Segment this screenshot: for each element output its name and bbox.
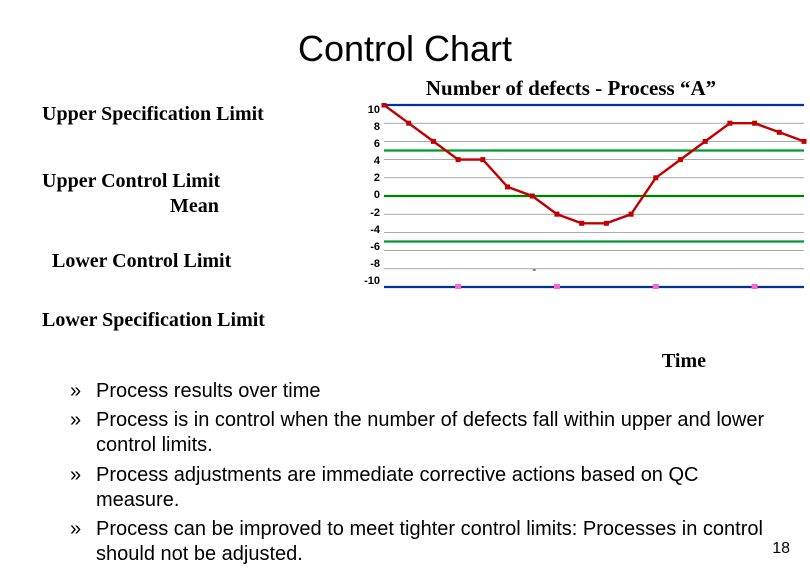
ytick: -6 — [354, 242, 380, 253]
data-marker — [752, 121, 757, 126]
ytick: 8 — [354, 122, 380, 133]
ytick: 6 — [354, 139, 380, 150]
data-marker — [703, 139, 708, 144]
label-mean: Mean — [42, 195, 354, 218]
data-marker — [653, 175, 658, 180]
data-marker — [530, 194, 535, 199]
ytick: -2 — [354, 208, 380, 219]
data-marker — [727, 121, 732, 126]
data-marker — [406, 121, 411, 126]
page-number: 18 — [772, 540, 790, 558]
data-marker — [480, 157, 485, 162]
control-chart: - — [380, 103, 808, 289]
data-marker — [505, 184, 510, 189]
pink-marker — [653, 284, 659, 289]
data-marker — [456, 157, 461, 162]
data-marker — [678, 157, 683, 162]
ytick: -10 — [354, 276, 380, 287]
ytick: 2 — [354, 173, 380, 184]
data-marker — [431, 139, 436, 144]
label-ucl: Upper Control Limit — [42, 170, 354, 193]
data-marker — [802, 139, 807, 144]
bullet-item: Process results over time — [70, 379, 766, 404]
data-marker — [554, 212, 559, 217]
bullet-item: Process can be improved to meet tighter … — [70, 517, 766, 567]
data-marker — [777, 130, 782, 135]
data-marker — [579, 221, 584, 226]
bullet-item: Process adjustments are immediate correc… — [70, 463, 766, 513]
y-axis-ticks: 10 8 6 4 2 0 -2 -4 -6 -8 -10 — [354, 103, 380, 287]
ytick: 4 — [354, 156, 380, 167]
data-marker — [604, 221, 609, 226]
bullet-list: Process results over time Process is in c… — [70, 379, 766, 567]
pink-marker — [455, 284, 461, 289]
page-title: Control Chart — [0, 28, 810, 70]
ytick: 10 — [354, 105, 380, 116]
data-line — [384, 105, 804, 223]
label-usl: Upper Specification Limit — [42, 103, 354, 126]
label-lsl: Lower Specification Limit — [42, 309, 354, 332]
ytick: -4 — [354, 225, 380, 236]
ytick: -8 — [354, 259, 380, 270]
data-marker — [382, 103, 387, 108]
pink-marker — [752, 284, 758, 289]
x-axis-label: Time — [0, 350, 810, 373]
dash-annotation: - — [532, 262, 536, 276]
pink-marker — [554, 284, 560, 289]
data-marker — [629, 212, 634, 217]
bullet-item: Process is in control when the number of… — [70, 408, 766, 458]
ytick: 0 — [354, 190, 380, 201]
label-lcl: Lower Control Limit — [42, 250, 354, 273]
limit-labels: Upper Specification Limit Upper Control … — [0, 103, 354, 346]
chart-title: Number of defects - Process “A” — [344, 76, 798, 101]
